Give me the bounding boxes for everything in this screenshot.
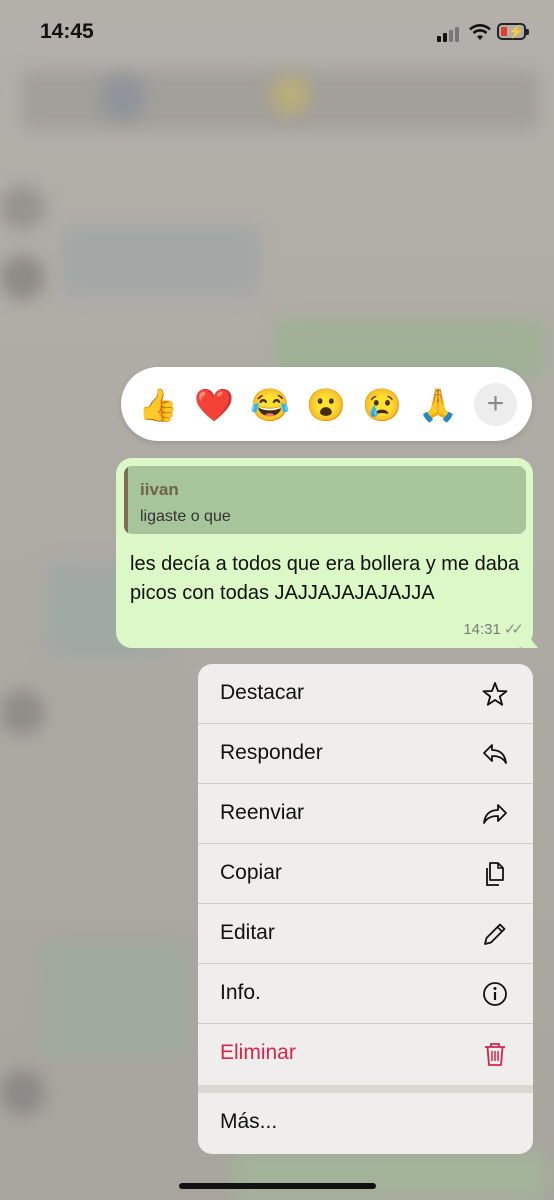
menu-item-label: Copiar xyxy=(220,861,282,884)
menu-item-info[interactable]: Info. xyxy=(198,964,533,1024)
menu-item-destacar[interactable]: Destacar xyxy=(198,664,533,724)
menu-item-copiar[interactable]: Copiar xyxy=(198,844,533,904)
menu-item-label: Responder xyxy=(220,741,323,764)
menu-item-reenviar[interactable]: Reenviar xyxy=(198,784,533,844)
menu-item-label: Destacar xyxy=(220,681,305,704)
pencil-icon xyxy=(484,923,506,945)
menu-item-mas[interactable]: Más... xyxy=(198,1093,533,1154)
menu-item-responder[interactable]: Responder xyxy=(198,724,533,784)
copy-icon xyxy=(486,862,504,886)
wifi-icon xyxy=(469,24,491,40)
context-menu: Destacar Responder Reenviar Copiar Edita… xyxy=(198,664,533,1154)
menu-item-label: Info. xyxy=(220,981,261,1004)
bubble-tail xyxy=(522,628,538,648)
quoted-author: iivan xyxy=(140,480,179,499)
quote-bar xyxy=(124,466,128,534)
menu-item-label: Editar xyxy=(220,921,275,944)
surprised-reaction[interactable]: 😮 xyxy=(306,385,346,425)
quoted-text: ligaste o que xyxy=(140,508,231,525)
forward-icon xyxy=(483,804,507,824)
menu-item-eliminar[interactable]: Eliminar xyxy=(198,1024,533,1084)
read-receipt-icon: ✓✓ xyxy=(503,621,524,638)
menu-separator xyxy=(198,1085,533,1093)
more-reactions-button[interactable]: + xyxy=(474,383,517,426)
home-indicator[interactable] xyxy=(179,1183,376,1189)
sad-reaction[interactable]: 😢 xyxy=(362,385,402,425)
message-bubble[interactable]: iivan ligaste o que les decía a todos qu… xyxy=(116,458,533,648)
heart-reaction[interactable]: ❤️ xyxy=(194,385,234,425)
star-icon xyxy=(482,682,508,706)
cellular-signal-icon xyxy=(437,26,463,42)
laughing-reaction[interactable]: 😂 xyxy=(250,385,290,425)
menu-item-label: Más... xyxy=(220,1110,278,1133)
menu-item-label: Reenviar xyxy=(220,801,305,824)
status-bar: 14:45 ⚡ xyxy=(0,0,554,66)
menu-item-label: Eliminar xyxy=(220,1041,296,1064)
clock: 14:45 xyxy=(40,20,94,43)
pray-reaction[interactable]: 🙏 xyxy=(418,385,458,425)
battery-charging-icon: ⚡ xyxy=(497,23,529,40)
reaction-bar: 👍 ❤️ 😂 😮 😢 🙏 + xyxy=(121,367,532,441)
quoted-message[interactable]: iivan ligaste o que xyxy=(124,466,526,534)
message-meta: 14:31 ✓✓ xyxy=(463,620,524,638)
message-text: les decía a todos que era bollera y me d… xyxy=(130,553,520,604)
menu-item-editar[interactable]: Editar xyxy=(198,904,533,964)
trash-icon xyxy=(485,1043,505,1066)
message-time: 14:31 xyxy=(463,621,501,638)
info-icon xyxy=(483,982,507,1006)
thumbs-up-reaction[interactable]: 👍 xyxy=(138,385,178,425)
reply-icon xyxy=(483,744,507,764)
